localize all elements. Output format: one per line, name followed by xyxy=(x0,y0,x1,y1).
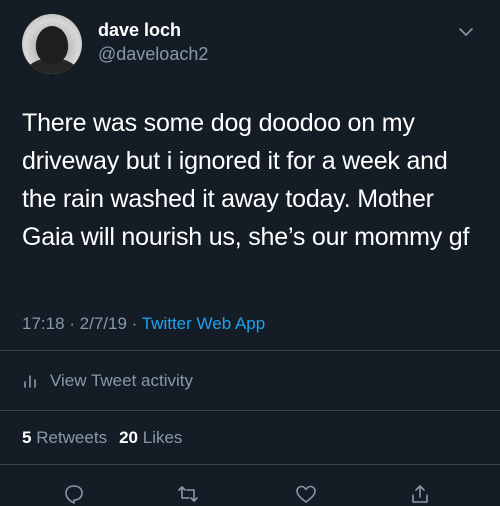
tweet-date[interactable]: 2/7/19 xyxy=(80,314,127,333)
retweets-label: Retweets xyxy=(36,428,108,447)
tweet-text-line: There was some dog doodoo on my xyxy=(22,109,415,137)
heart-icon[interactable] xyxy=(294,482,318,506)
divider xyxy=(0,464,500,465)
tweet-text-line: Gaia will nourish us, she’s our mommy gf xyxy=(22,223,470,251)
tweet-card: dave loch @daveloach2 There was some dog… xyxy=(0,0,500,504)
tweet-text-line: driveway but i ignored it for a week and xyxy=(22,147,448,175)
action-bar xyxy=(0,476,500,504)
divider xyxy=(0,350,500,351)
tweet-text-line: the rain washed it away today. Mother xyxy=(22,185,434,213)
divider xyxy=(0,410,500,411)
view-activity-label: View Tweet activity xyxy=(50,371,193,390)
likes-label: Likes xyxy=(142,428,183,447)
likes-stat[interactable]: 20 Likes xyxy=(119,428,182,447)
reply-icon[interactable] xyxy=(62,482,86,506)
meta-separator: · xyxy=(64,314,80,333)
chevron-down-icon[interactable] xyxy=(458,26,474,38)
tweet-source-link[interactable]: Twitter Web App xyxy=(142,314,265,333)
author-display-name[interactable]: dave loch xyxy=(98,20,181,41)
share-icon[interactable] xyxy=(408,482,432,506)
meta-separator: · xyxy=(126,314,142,333)
likes-count: 20 xyxy=(119,428,138,447)
retweets-stat[interactable]: 5 Retweets xyxy=(22,428,107,447)
view-activity-button[interactable]: View Tweet activity xyxy=(22,370,193,392)
avatar-face xyxy=(36,26,68,64)
tweet-time[interactable]: 17:18 xyxy=(22,314,65,333)
tweet-stats: 5 Retweets 20 Likes xyxy=(22,428,182,448)
tweet-meta: 17:18 · 2/7/19 · Twitter Web App xyxy=(22,314,265,334)
tweet-text: There was some dog doodoo on my driveway… xyxy=(22,104,488,256)
retweets-count: 5 xyxy=(22,428,32,447)
avatar[interactable] xyxy=(22,14,82,74)
bar-chart-icon xyxy=(24,375,36,388)
retweet-icon[interactable] xyxy=(176,482,200,506)
author-handle[interactable]: @daveloach2 xyxy=(98,44,208,65)
